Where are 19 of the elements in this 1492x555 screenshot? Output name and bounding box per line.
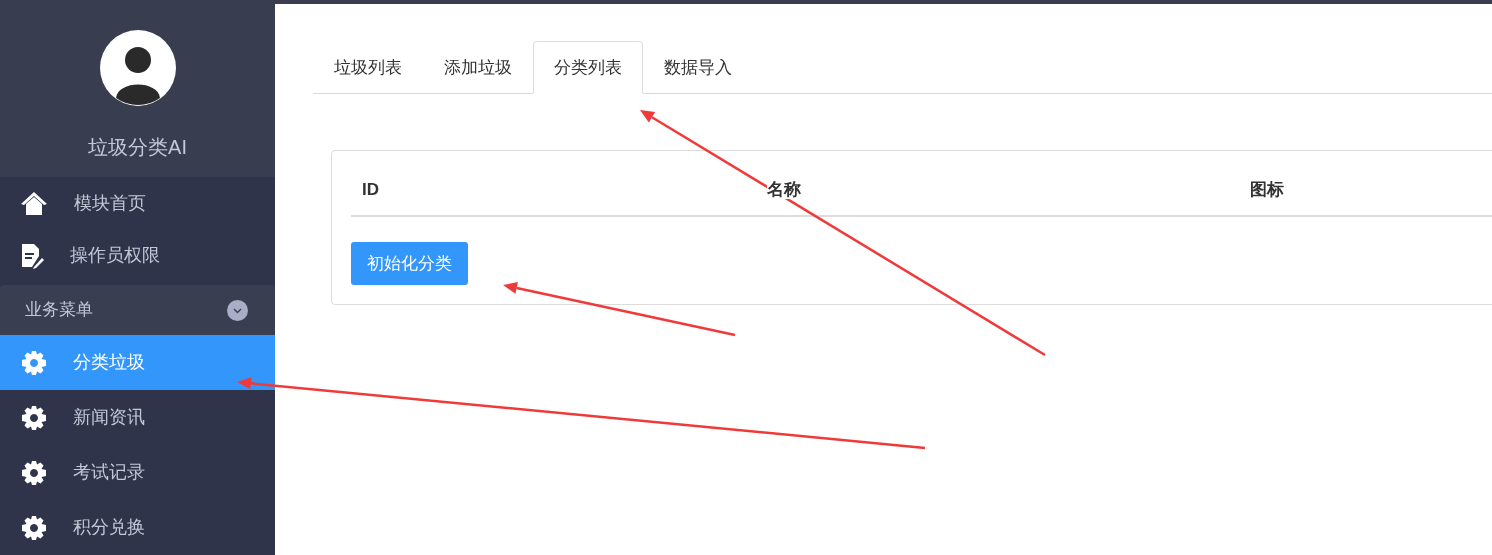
column-header: 图标 — [1250, 180, 1284, 199]
gear-icon — [21, 404, 47, 431]
gear-icon — [21, 514, 47, 541]
brand-title: 垃圾分类AI — [88, 135, 187, 160]
column-header: 名称 — [767, 180, 801, 199]
nav-item[interactable]: 新闻资讯 — [0, 390, 275, 445]
nav-item[interactable]: 考试记录 — [0, 445, 275, 500]
tab[interactable]: 添加垃圾 — [423, 41, 533, 94]
nav-item[interactable]: 模块首页 — [0, 176, 275, 230]
tab[interactable]: 垃圾列表 — [313, 41, 423, 94]
document-edit-icon — [20, 242, 44, 269]
gear-icon — [21, 349, 47, 376]
tab[interactable]: 数据导入 — [643, 41, 753, 94]
menu-group-header[interactable]: 业务菜单 — [0, 285, 275, 335]
gear-icon — [21, 459, 47, 486]
home-icon — [20, 190, 48, 217]
tab[interactable]: 分类列表 — [533, 41, 643, 94]
nav-item[interactable]: 积分兑换 — [0, 500, 275, 555]
nav-item[interactable]: 操作员权限 — [0, 229, 275, 283]
